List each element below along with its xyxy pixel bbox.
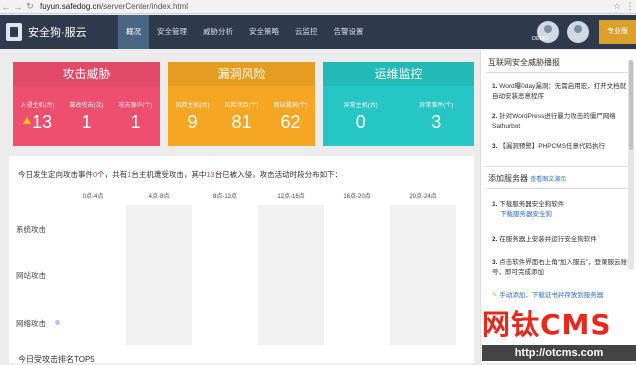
threat-item[interactable]: 3. 【漏洞预警】PHPCMS任意代码执行 [492,142,630,152]
network-attack-marker[interactable] [55,320,60,325]
nav-item[interactable]: 安全管理 [149,15,195,49]
nav-item[interactable]: 威胁分析 [195,15,241,49]
metric-value: 81 [217,110,266,134]
metric-label: 风险主机(台) [175,103,210,109]
metric-value: 1 [111,110,160,134]
brand-name: 安全狗·服云 [28,27,87,39]
time-tick-label: 0点-4点 [82,194,104,200]
metric-number: 13 [31,112,53,132]
metric-label: 篡改攻击(次) [69,103,104,109]
time-tick-label: 20点-24点 [409,194,437,200]
metric-value: 9 [168,110,217,134]
address-field[interactable]: fuyun.safedog.cn/serverCenter/index.html [36,2,610,11]
metric-value: 1 [62,110,111,134]
card-metric[interactable]: 异常主机(台) 0 [323,100,399,134]
time-tick-label: 12点-16点 [277,194,305,200]
watermark-url: http://otcms.com [482,345,636,361]
metric-number: 3 [431,112,442,132]
metric-number: 1 [81,112,92,132]
metric-number: 1 [130,112,141,132]
scrollbar-thumb[interactable] [629,60,633,150]
card-metric[interactable]: 异常事件(个) 3 [399,100,475,134]
threat-item[interactable]: 2. 针对WordPress进行暴力攻击的僵尸网络Sathurbot [492,112,630,132]
card-title: 攻击威胁 [13,62,160,86]
card-attack-threat[interactable]: 攻击威胁入侵主机(台) 13 篡改攻击(次) 1 攻击源IP(个) 1 [13,62,160,146]
step-item: 1. 下载服务器安全狗软件 下载服务器安全狗 [492,201,565,218]
time-band [390,205,456,345]
card-vuln-risk[interactable]: 漏洞风险风险主机(台) 9 风险项目(个) 81 网站漏洞(个) 62 [168,62,315,146]
card-metric[interactable]: 风险主机(台) 9 [168,100,217,134]
add-server-title: 添加服务器 查看图文演示 [488,174,567,183]
manual-add-tip[interactable]: ✎ 手动添加，下载证书并存放到服务器 [492,291,630,301]
safedog-logo-icon [6,23,22,41]
nav-item[interactable]: 云监控 [287,15,326,49]
card-metric[interactable]: 风险项目(个) 81 [217,100,266,134]
watermark-logo: 网钛CMS [482,308,612,341]
back-icon[interactable]: ← [0,2,12,12]
forward-icon[interactable]: → [12,2,24,12]
nav-item[interactable]: 概况 [118,15,149,49]
attack-type-label: 系统攻击 [16,225,46,234]
step-item: 2. 在服务器上安装并运行安全狗软件 [492,236,597,243]
app-header: 安全狗·服云 概况 安全管理 威胁分析 安全策略 云监控 告警设置 专业版 [0,15,636,49]
nav-item[interactable]: 安全策略 [241,15,287,49]
attack-type-label: 网络攻击 [16,319,46,328]
card-metric[interactable]: 网站漏洞(个) 62 [266,100,315,134]
attack-summary: 今日发生定向攻击事件0个，共有1台主机遭受攻击，其中13台已被入侵，攻击活动时段… [18,170,343,179]
time-band [258,205,324,345]
top5-title: 今日受攻击排名TOP5 [18,355,95,364]
bookmark-star-icon[interactable]: ☆ [610,1,624,12]
threat-broadcast-title: 互联网安全威胁播报 [488,58,560,67]
metric-label: 风险项目(个) [224,103,259,109]
threat-item[interactable]: 1. Word曝0day漏洞：无需启用宏，打开文档就自动安装恶意程序 [492,82,630,102]
browser-menu-icon[interactable]: ⋮ [624,1,636,12]
card-metric[interactable]: 攻击源IP(个) 1 [111,100,160,134]
card-title: 漏洞风险 [168,62,315,86]
browser-url-bar: ← → ↻ fuyun.safedog.cn/serverCenter/inde… [0,0,636,14]
reload-icon[interactable]: ↻ [24,1,36,12]
metric-number: 81 [231,112,252,132]
pencil-icon: ✎ [492,292,498,299]
view-demo-link[interactable]: 查看图文演示 [530,177,566,183]
metric-value: 3 [399,110,475,134]
metric-label: 入侵主机(台) [20,103,55,109]
step-item: 3. 点击软件界面右上角“加入服云”，登录服云账号，即可完成添加 [492,259,628,276]
user-avatar[interactable] [567,21,589,43]
metric-value: 13 [13,110,62,134]
demo-label: DEMO [532,36,549,42]
card-ops-monitor[interactable]: 运维监控异常主机(台) 0 异常事件(个) 3 [323,62,474,146]
card-metric[interactable]: 入侵主机(台) 13 [13,100,62,134]
sidebar-scrollbar[interactable] [628,60,634,270]
divider [486,72,632,73]
time-band [126,205,192,345]
divider [486,188,632,189]
card-title: 运维监控 [323,62,474,86]
metric-label: 异常事件(个) [419,103,454,109]
time-tick-label: 16点-20点 [343,194,371,200]
main-nav: 概况 安全管理 威胁分析 安全策略 云监控 告警设置 [118,15,372,49]
metric-label: 异常主机(台) [343,103,378,109]
metric-label: 网站漏洞(个) [273,103,308,109]
nav-item[interactable]: 告警设置 [326,15,372,49]
metric-value: 62 [266,110,315,134]
time-tick-label: 4点-8点 [148,194,170,200]
metric-label: 攻击源IP(个) [118,103,153,109]
attack-type-label: 网站攻击 [16,271,46,280]
metric-number: 9 [187,112,198,132]
metric-number: 62 [280,112,301,132]
metric-value: 0 [323,110,399,134]
metric-number: 0 [355,112,366,132]
download-link[interactable]: 下载服务器安全狗 [492,211,552,218]
card-metric[interactable]: 篡改攻击(次) 1 [62,100,111,134]
pro-edition-button[interactable]: 专业版 [599,20,636,44]
warning-icon [22,117,31,124]
divider [486,166,632,167]
brand-logo[interactable]: 安全狗·服云 [0,23,118,41]
time-tick-label: 8点-12点 [212,194,237,200]
